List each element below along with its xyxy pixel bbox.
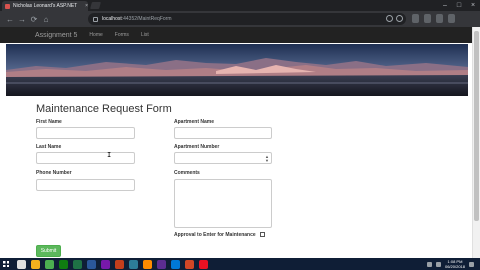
mountain-panorama-image xyxy=(6,44,468,96)
extension-icons xyxy=(412,14,455,23)
home-icon[interactable]: ⌂ xyxy=(41,14,51,24)
spinner-arrows-icon[interactable]: ▲ ▼ xyxy=(265,155,269,163)
close-window-button[interactable]: × xyxy=(466,0,480,11)
system-tray: 1:08 PM 06/20/2018 xyxy=(426,258,474,270)
site-info-icon[interactable] xyxy=(93,16,98,22)
phone-number-field[interactable] xyxy=(36,179,135,191)
form-title: Maintenance Request Form xyxy=(36,103,172,115)
taskbar-app-icon[interactable] xyxy=(143,259,152,269)
taskbar-app-icon[interactable] xyxy=(17,259,26,269)
apartment-number-stepper[interactable]: ▲ ▼ xyxy=(174,152,272,164)
navbar-brand[interactable]: Assignment 5 xyxy=(35,32,77,39)
apartment-name-label: Apartment Name xyxy=(174,119,215,125)
apartment-name-field[interactable] xyxy=(174,127,272,139)
taskbar-app-icon[interactable] xyxy=(59,259,68,269)
window-controls: – □ × xyxy=(438,0,480,11)
start-button[interactable] xyxy=(0,258,12,270)
taskbar-app-icon[interactable] xyxy=(115,259,124,269)
nav-link-home[interactable]: Home xyxy=(89,32,102,38)
approval-label: Approval to Enter for Maintenance xyxy=(174,232,256,238)
maximize-button[interactable]: □ xyxy=(452,0,466,11)
network-icon[interactable] xyxy=(426,261,432,267)
taskbar-app-icon[interactable] xyxy=(87,259,96,269)
taskbar-app-icon[interactable] xyxy=(45,259,54,269)
url-path: :44352/MaintReqForm xyxy=(121,16,172,22)
browser-toolbar: ← → ⟳ ⌂ localhost :44352/MaintReqForm xyxy=(0,11,480,27)
comments-textarea[interactable] xyxy=(174,179,272,228)
favicon-icon xyxy=(5,3,10,9)
first-name-label: First Name xyxy=(36,119,62,125)
bookmark-star-icon[interactable] xyxy=(396,15,403,22)
nav-link-list[interactable]: List xyxy=(141,32,149,38)
first-name-field[interactable] xyxy=(36,127,135,139)
hero-banner-image xyxy=(6,44,468,96)
extension-icon[interactable] xyxy=(424,14,431,23)
windows-logo-icon xyxy=(3,261,9,267)
browser-tab[interactable]: Nicholas Leonard's ASP.NET × xyxy=(2,1,88,11)
omnibox-actions xyxy=(386,15,403,22)
taskbar-app-icon[interactable] xyxy=(157,259,166,269)
text-cursor-icon: I xyxy=(107,151,112,159)
windows-taskbar: 1:08 PM 06/20/2018 xyxy=(0,258,480,270)
new-tab-button[interactable] xyxy=(90,2,101,9)
clock-date: 06/20/2018 xyxy=(444,264,465,269)
taskbar-app-icon[interactable] xyxy=(199,259,208,269)
minimize-button[interactable]: – xyxy=(438,0,452,11)
taskbar-app-icon[interactable] xyxy=(129,259,138,269)
profile-icon[interactable] xyxy=(436,14,443,23)
tab-title: Nicholas Leonard's ASP.NET xyxy=(13,3,78,9)
taskbar-app-icon[interactable] xyxy=(31,259,40,269)
volume-icon[interactable] xyxy=(435,261,441,267)
forward-icon[interactable]: → xyxy=(17,14,27,24)
scroll-thumb[interactable] xyxy=(474,31,479,221)
approval-checkbox[interactable] xyxy=(260,232,265,237)
submit-button[interactable]: Submit xyxy=(36,245,61,257)
url-host: localhost xyxy=(102,16,122,22)
taskbar-app-icon[interactable] xyxy=(185,259,194,269)
nav-link-forms[interactable]: Forms xyxy=(115,32,129,38)
extension-icon[interactable] xyxy=(412,14,419,23)
taskbar-app-icon[interactable] xyxy=(73,259,82,269)
back-icon[interactable]: ← xyxy=(5,14,15,24)
taskbar-app-icon[interactable] xyxy=(171,259,180,269)
phone-number-label: Phone Number xyxy=(36,170,72,176)
apartment-number-label: Apartment Number xyxy=(174,144,220,150)
last-name-label: Last Name xyxy=(36,144,62,150)
menu-icon[interactable] xyxy=(448,14,455,23)
translate-icon[interactable] xyxy=(386,15,393,22)
notifications-icon[interactable] xyxy=(469,261,474,267)
web-page: Assignment 5 Home Forms List Maintenance… xyxy=(0,27,472,258)
page-scrollbar[interactable] xyxy=(472,27,480,258)
tab-close-icon[interactable]: × xyxy=(85,3,88,9)
site-navbar: Assignment 5 Home Forms List xyxy=(0,27,472,43)
address-bar[interactable]: localhost :44352/MaintReqForm xyxy=(88,13,406,25)
last-name-field[interactable] xyxy=(36,152,135,164)
taskbar-apps xyxy=(12,259,208,269)
taskbar-app-icon[interactable] xyxy=(101,259,110,269)
taskbar-clock[interactable]: 1:08 PM 06/20/2018 xyxy=(445,259,465,269)
reload-icon[interactable]: ⟳ xyxy=(29,14,39,24)
browser-tab-strip: Nicholas Leonard's ASP.NET × – □ × xyxy=(0,0,480,11)
comments-label: Comments xyxy=(174,170,200,176)
